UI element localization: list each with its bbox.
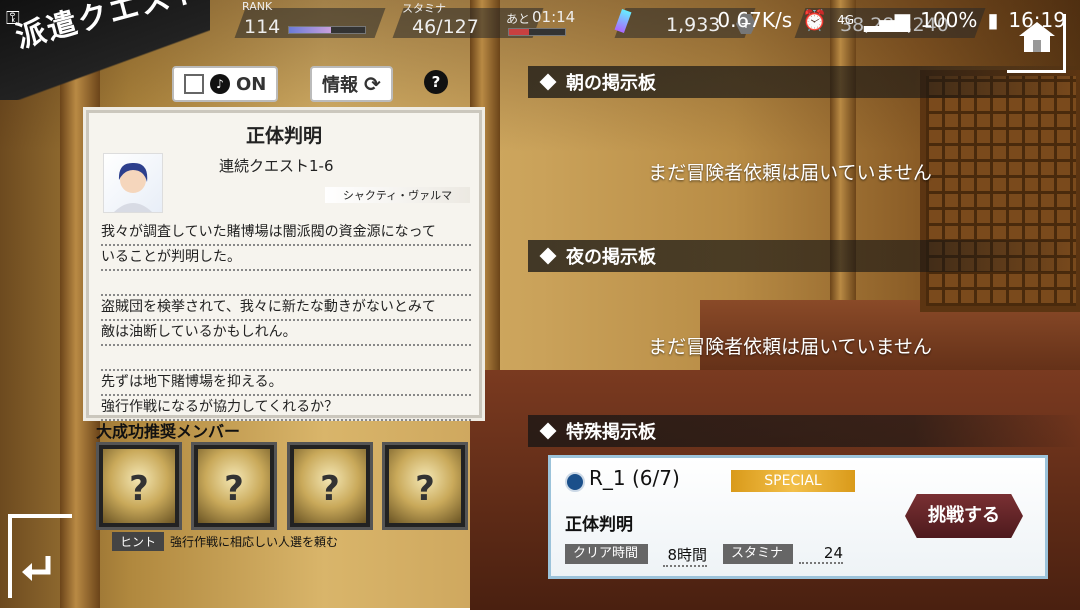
quest-title: 正体判明 — [245, 125, 322, 147]
lte-indicator: 4G — [837, 13, 854, 27]
notify-label: ON — [236, 73, 267, 95]
signal-icon: ▂▄▆ — [864, 8, 911, 32]
board-title: 特殊掲示板 — [566, 422, 656, 443]
unknown-member-icon: ? — [129, 469, 149, 509]
board-night-header: 夜の掲示板 — [528, 240, 1080, 272]
timer-value: 01:14 — [532, 8, 576, 26]
special-quest-name: 正体判明 — [565, 515, 633, 535]
diamond-icon — [539, 422, 557, 440]
stamina-cost-label: スタミナ — [723, 544, 794, 564]
timer-label: あと — [506, 12, 531, 26]
special-badge: SPECIAL — [731, 470, 855, 492]
recommended-members-title: 大成功推奨メンバー — [96, 422, 241, 441]
description-line — [101, 271, 471, 296]
description-line: 我々が調査していた賭博場は闇派閥の資金源になって — [101, 221, 471, 246]
stamina-progress-bar — [508, 28, 566, 36]
back-button[interactable] — [8, 514, 72, 598]
member-slot[interactable]: ? — [287, 442, 373, 530]
quest-subtitle: 連続クエスト1-6 — [219, 157, 334, 175]
rank-progress-bar — [288, 26, 366, 34]
clear-time-label: クリア時間 — [565, 544, 649, 564]
diamond-icon — [539, 247, 557, 265]
stamina-value: 46/127 — [412, 16, 479, 38]
quest-description: 我々が調査していた賭博場は闇派閥の資金源になって いることが判明した。 盗賊団を… — [101, 221, 471, 421]
rank-label: RANK — [242, 0, 273, 13]
unknown-member-icon: ? — [415, 469, 435, 509]
info-label: 情報 — [322, 75, 358, 96]
diamond-icon — [539, 73, 557, 91]
network-speed: 0.67K/s — [717, 8, 793, 32]
unknown-member-icon: ? — [320, 469, 340, 509]
quest-type-icon — [565, 472, 585, 492]
title-ribbon: 派遣クエスト — [0, 0, 210, 100]
member-slot[interactable]: ? — [96, 442, 182, 530]
description-line: 先ずは地下賭博場を抑える。 — [101, 371, 471, 396]
board-special-header: 特殊掲示板 — [528, 415, 1080, 447]
unknown-member-icon: ? — [224, 469, 244, 509]
clear-time-value: 8時間 — [663, 544, 707, 567]
refresh-icon: ⟳ — [364, 72, 381, 96]
info-toggle[interactable]: 情報 ⟳ — [310, 66, 393, 102]
return-arrow-icon — [22, 556, 51, 581]
description-line: 敵は油断しているかもしれん。 — [101, 321, 471, 346]
board-title: 朝の掲示板 — [566, 73, 656, 94]
stamina-label: スタミナ — [402, 2, 446, 15]
description-line — [101, 346, 471, 371]
hint-tag: ヒント — [112, 532, 165, 551]
hint-text: 強行作戦に相応しい人選を頼む — [170, 535, 339, 549]
challenge-button[interactable]: 挑戦する — [905, 494, 1023, 538]
description-line: 盗賊団を検挙されて、我々に新たな動きがないとみて — [101, 296, 471, 321]
member-slot[interactable]: ? — [382, 442, 468, 530]
board-morning-header: 朝の掲示板 — [528, 66, 1080, 98]
battery-percent: 100% — [920, 8, 978, 32]
hint-row: ヒント 強行作戦に相応しい人選を頼む — [112, 532, 338, 551]
board-title: 夜の掲示板 — [566, 247, 656, 268]
status-bar: 0.67K/s ⏰ 4G ▂▄▆ 100% ▮ 16:19 — [703, 0, 1080, 40]
rank-value: 114 — [244, 16, 281, 38]
character-portrait-icon — [114, 162, 152, 212]
clock: 16:19 — [1008, 8, 1066, 32]
quest-code: R_1 (6/7) — [589, 466, 680, 490]
character-avatar — [103, 153, 163, 213]
description-line: いることが判明した。 — [101, 246, 471, 271]
page-title: 派遣クエスト — [12, 0, 207, 56]
character-name: シャクティ・ヴァルマ — [325, 187, 470, 203]
battery-icon: ▮ — [987, 8, 999, 32]
key-icon: ⚿ — [6, 8, 20, 29]
alarm-icon: ⏰ — [802, 8, 828, 32]
stamina-cost-value: 24 — [799, 544, 843, 564]
bell-icon: ♪ — [210, 74, 230, 94]
board-morning-empty: まだ冒険者依頼は届いていません — [648, 162, 932, 184]
scene-lattice-window — [920, 70, 1080, 312]
board-night-empty: まだ冒険者依頼は届いていません — [648, 336, 932, 358]
help-button[interactable]: ? — [424, 70, 448, 94]
special-quest-card[interactable]: R_1 (6/7) SPECIAL 正体判明 クリア時間 8時間 スタミナ 24… — [548, 455, 1048, 579]
member-slot[interactable]: ? — [191, 442, 277, 530]
quest-card: 正体判明 連続クエスト1-6 シャクティ・ヴァルマ 我々が調査していた賭博場は闇… — [83, 107, 485, 421]
